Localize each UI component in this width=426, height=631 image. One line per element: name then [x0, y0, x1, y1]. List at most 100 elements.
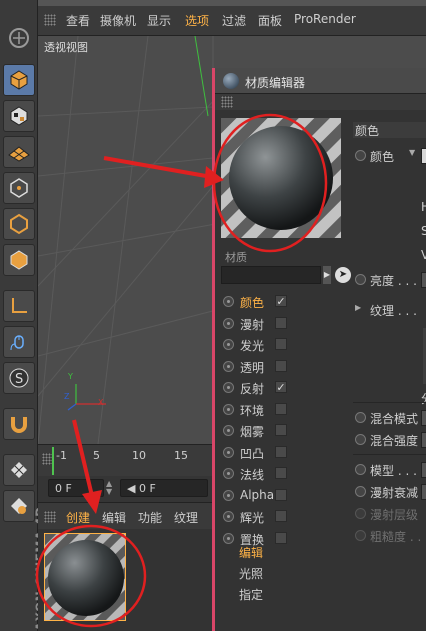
- tweak-mode-icon[interactable]: [3, 326, 35, 358]
- texture-row[interactable]: ▶ 纹理 . . .: [353, 300, 426, 320]
- grid-snap-icon[interactable]: [3, 454, 35, 486]
- blend-mode-row[interactable]: 混合模式: [353, 408, 426, 428]
- editor-titlebar[interactable]: 材质编辑器: [215, 68, 426, 94]
- channel-row[interactable]: 辉光: [223, 507, 343, 527]
- arrow-right-icon[interactable]: ▶: [323, 266, 331, 284]
- texture-mode-icon[interactable]: [3, 100, 35, 132]
- color-swatch[interactable]: [421, 148, 426, 164]
- menu-function[interactable]: 功能: [138, 509, 162, 526]
- channel-row[interactable]: 环境: [223, 400, 343, 420]
- channel-label[interactable]: Alpha: [240, 488, 274, 502]
- channel-row[interactable]: 透明: [223, 357, 343, 377]
- channel-row[interactable]: 反射 ✓: [223, 378, 343, 398]
- brightness-row[interactable]: 亮度 . . .: [353, 270, 426, 290]
- model-mode-icon[interactable]: [3, 64, 35, 96]
- diffuse-falloff-row[interactable]: 漫射衰减: [353, 482, 426, 502]
- snap-icon[interactable]: S: [3, 362, 35, 394]
- channel-row[interactable]: 漫射: [223, 314, 343, 334]
- channel-label[interactable]: 颜色: [240, 294, 264, 311]
- axis-x-label: X: [98, 398, 104, 407]
- timeline[interactable]: -1 5 10 15: [38, 444, 212, 476]
- channel-checkbox[interactable]: [275, 359, 287, 372]
- axis-mode-icon[interactable]: [3, 290, 35, 322]
- channel-radio[interactable]: [223, 360, 234, 372]
- workplane-icon[interactable]: [3, 136, 35, 168]
- start-frame-field[interactable]: 0 F: [48, 479, 104, 497]
- menu-filter[interactable]: 过滤: [222, 12, 246, 29]
- color-row[interactable]: 颜色 ▼: [353, 146, 426, 166]
- menu-prorender[interactable]: ProRender: [294, 12, 356, 26]
- model-dropdown[interactable]: [421, 462, 426, 478]
- triangle-down-icon[interactable]: ▼: [409, 148, 415, 157]
- stepper-icon[interactable]: ▲ ▼: [106, 480, 116, 496]
- channel-label[interactable]: 烟雾: [240, 423, 264, 440]
- channel-row[interactable]: 烟雾: [223, 421, 343, 441]
- channel-checkbox[interactable]: [275, 510, 287, 522]
- channel-label[interactable]: 法线: [240, 466, 264, 483]
- triangle-right-icon[interactable]: ▶: [355, 303, 361, 312]
- channel-row[interactable]: Alpha: [223, 486, 343, 506]
- editor-extra-item[interactable]: 编辑: [239, 544, 263, 561]
- channel-checkbox[interactable]: ✓: [275, 381, 287, 393]
- channel-radio[interactable]: [223, 532, 234, 544]
- channel-row[interactable]: 颜色 ✓: [223, 292, 343, 312]
- menu-texture[interactable]: 纹理: [174, 509, 198, 526]
- magnet-icon[interactable]: [3, 408, 35, 440]
- playhead[interactable]: [52, 447, 54, 475]
- model-row[interactable]: 模型 . . .: [353, 460, 426, 480]
- channel-checkbox[interactable]: [275, 338, 287, 350]
- material-thumbnail[interactable]: [44, 533, 126, 621]
- brightness-field[interactable]: [421, 272, 426, 288]
- channel-row[interactable]: 法线: [223, 464, 343, 484]
- channel-label[interactable]: 漫射: [240, 316, 264, 333]
- channel-label[interactable]: 反射: [240, 380, 264, 397]
- undo-icon[interactable]: [3, 22, 35, 54]
- channel-radio[interactable]: [223, 425, 234, 436]
- channel-checkbox[interactable]: [275, 424, 287, 436]
- polygons-mode-icon[interactable]: [3, 244, 35, 276]
- channel-radio[interactable]: [223, 317, 234, 329]
- channel-label[interactable]: 透明: [240, 359, 264, 376]
- menu-display[interactable]: 显示: [147, 12, 171, 29]
- channel-label[interactable]: 环境: [240, 402, 264, 419]
- editor-extra-item[interactable]: 光照: [239, 565, 263, 582]
- channel-radio[interactable]: [223, 403, 234, 415]
- channel-checkbox[interactable]: ✓: [275, 295, 287, 307]
- channel-radio[interactable]: [223, 511, 234, 522]
- channel-checkbox[interactable]: [275, 445, 287, 458]
- lock-workplane-icon[interactable]: [3, 490, 35, 522]
- menu-camera[interactable]: 摄像机: [100, 12, 136, 29]
- channel-label[interactable]: 辉光: [240, 509, 264, 526]
- channel-radio[interactable]: [223, 489, 234, 501]
- menu-edit[interactable]: 编辑: [102, 509, 126, 526]
- channel-row[interactable]: 凹凸: [223, 443, 343, 463]
- menu-options[interactable]: 选项: [185, 12, 209, 29]
- edges-mode-icon[interactable]: [3, 208, 35, 240]
- menu-panel[interactable]: 面板: [258, 12, 282, 29]
- channel-checkbox[interactable]: [275, 488, 287, 501]
- channel-checkbox[interactable]: [275, 402, 287, 415]
- blend-strength-row[interactable]: 混合强度: [353, 430, 426, 450]
- channel-radio[interactable]: [223, 296, 234, 307]
- menu-create[interactable]: 创建: [66, 509, 90, 526]
- blend-strength-field[interactable]: [421, 432, 426, 448]
- menu-view[interactable]: 查看: [66, 12, 90, 29]
- pointer-picker-icon[interactable]: ➤: [335, 267, 351, 283]
- diffuse-falloff-field[interactable]: [421, 484, 426, 500]
- channel-radio[interactable]: [223, 382, 234, 393]
- current-frame-field[interactable]: ◀ 0 F: [120, 479, 208, 497]
- channel-radio[interactable]: [223, 339, 234, 350]
- channel-label[interactable]: 发光: [240, 337, 264, 354]
- blend-mode-dropdown[interactable]: [421, 410, 426, 426]
- channel-label[interactable]: 凹凸: [240, 445, 264, 462]
- editor-extra-item[interactable]: 指定: [239, 586, 263, 603]
- channel-radio[interactable]: [223, 446, 234, 458]
- material-preview[interactable]: [221, 118, 341, 238]
- points-mode-icon[interactable]: [3, 172, 35, 204]
- channel-radio[interactable]: [223, 468, 234, 479]
- channel-row[interactable]: 发光: [223, 335, 343, 355]
- channel-checkbox[interactable]: [275, 316, 287, 329]
- material-name-field[interactable]: [221, 266, 321, 284]
- channel-checkbox[interactable]: [275, 531, 287, 544]
- channel-checkbox[interactable]: [275, 467, 287, 479]
